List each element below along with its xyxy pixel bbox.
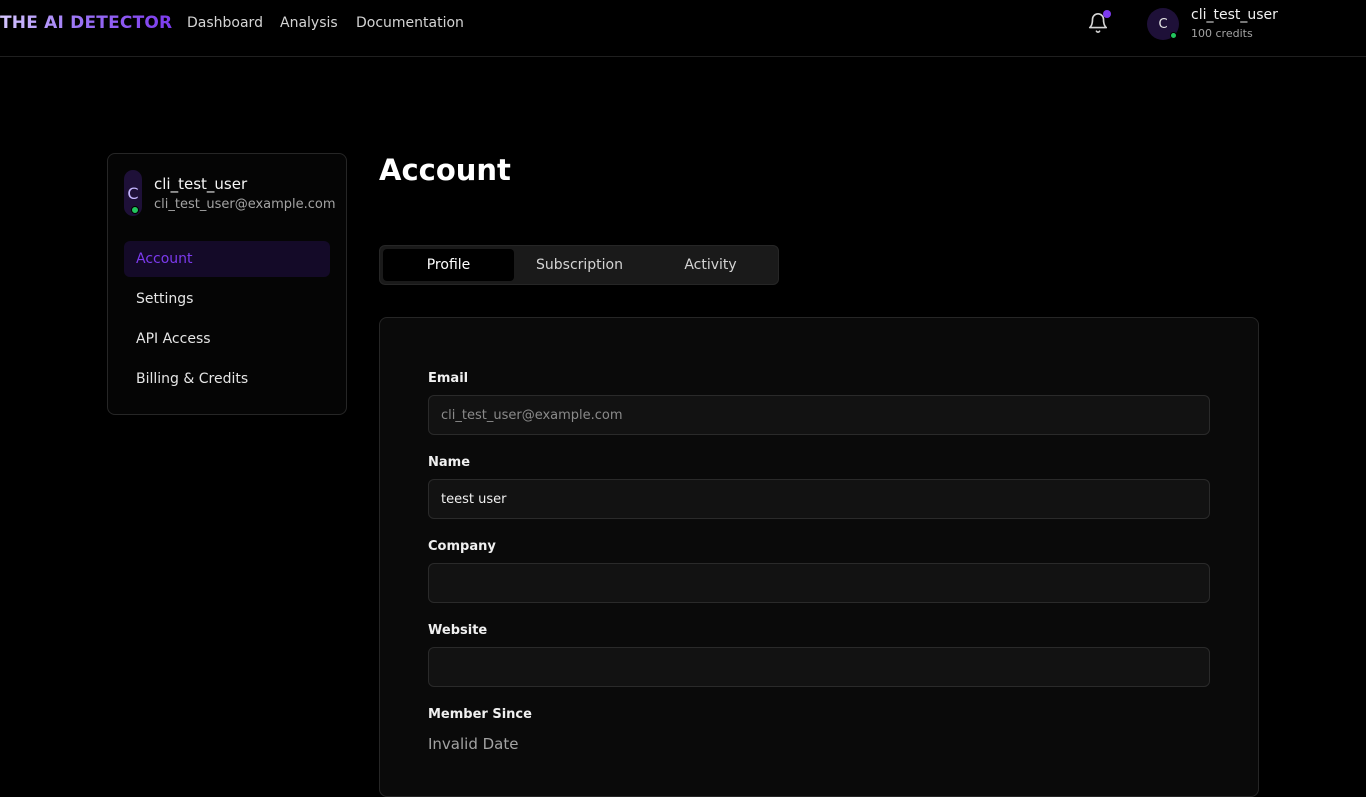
account-sidebar: C cli_test_user cli_test_user@example.co… — [107, 153, 347, 415]
sidebar-item-account[interactable]: Account — [124, 241, 330, 277]
company-label: Company — [428, 539, 496, 554]
page-title: Account — [379, 153, 511, 187]
sidebar-email: cli_test_user@example.com — [154, 197, 336, 212]
website-field[interactable] — [428, 647, 1210, 687]
name-field[interactable] — [428, 479, 1210, 519]
user-avatar[interactable]: C — [1147, 8, 1179, 40]
account-tabs: Profile Subscription Activity — [379, 245, 779, 285]
nav-link-analysis[interactable]: Analysis — [280, 14, 338, 32]
sidebar-avatar: C — [124, 170, 142, 216]
tab-activity[interactable]: Activity — [645, 249, 776, 281]
sidebar-item-api-access[interactable]: API Access — [124, 321, 330, 357]
nav-link-documentation[interactable]: Documentation — [356, 14, 464, 32]
member-since-value: Invalid Date — [428, 735, 519, 753]
notification-badge — [1103, 10, 1111, 18]
top-navigation: THE AI DETECTOR Dashboard Analysis Docum… — [0, 0, 1366, 57]
profile-card: Email Name Company Website Member Since … — [379, 317, 1259, 797]
tab-subscription[interactable]: Subscription — [514, 249, 645, 281]
sidebar-item-settings[interactable]: Settings — [124, 281, 330, 317]
member-since-label: Member Since — [428, 707, 532, 722]
sidebar-username: cli_test_user — [154, 175, 248, 193]
website-label: Website — [428, 623, 488, 638]
nav-username[interactable]: cli_test_user — [1191, 6, 1278, 24]
email-field[interactable] — [428, 395, 1210, 435]
brand-logo[interactable]: THE AI DETECTOR — [0, 12, 172, 34]
online-status-dot — [1170, 32, 1177, 39]
sidebar-avatar-initial: C — [127, 183, 139, 203]
nav-link-dashboard[interactable]: Dashboard — [187, 14, 263, 32]
name-label: Name — [428, 455, 471, 470]
sidebar-item-billing-credits[interactable]: Billing & Credits — [124, 361, 330, 397]
company-field[interactable] — [428, 563, 1210, 603]
tab-profile[interactable]: Profile — [383, 249, 514, 281]
nav-credits: 100 credits — [1191, 27, 1253, 40]
online-status-dot — [131, 206, 139, 214]
email-label: Email — [428, 371, 469, 386]
avatar-initial: C — [1158, 16, 1168, 32]
